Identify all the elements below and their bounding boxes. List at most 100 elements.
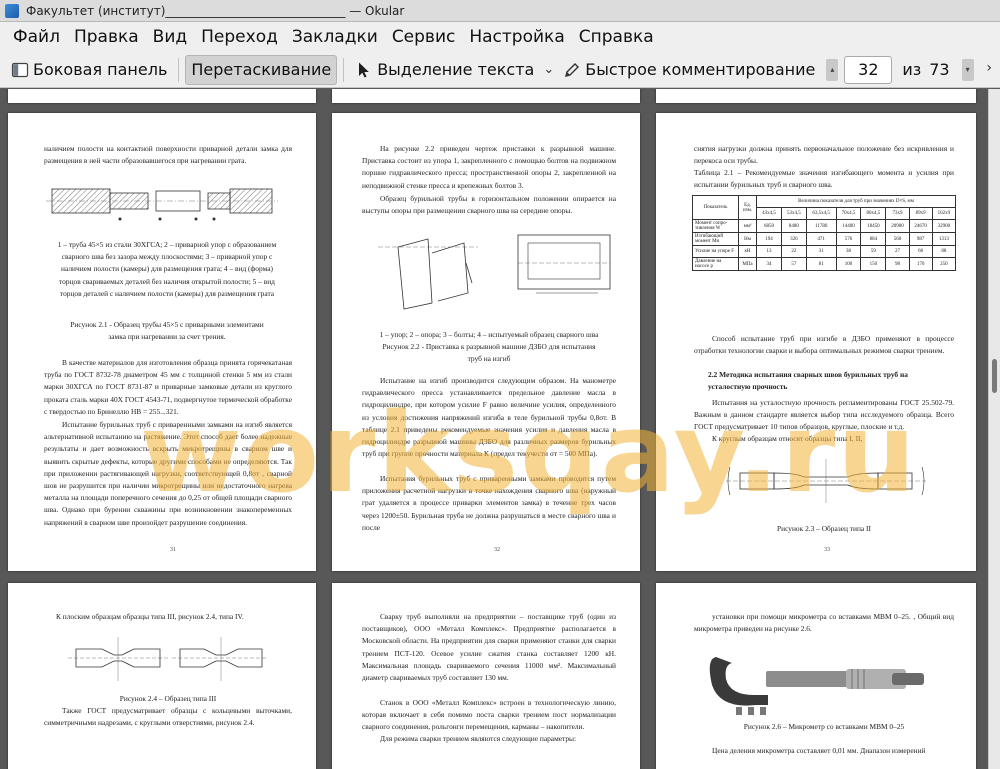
table-cell: 576 <box>835 232 862 246</box>
menu-go[interactable]: Переход <box>194 23 285 51</box>
table-row: Давление на насосе р МПа 34 57 81 100 15… <box>692 257 957 271</box>
table-cell: 81 <box>805 257 837 271</box>
table-cell: 884 <box>860 232 887 246</box>
table-cell: 20900 <box>885 219 910 233</box>
figure-2-4-drawing <box>68 637 268 681</box>
page-32-paragraph-1: На рисунке 2.2 приведен чертеж приставки… <box>362 144 616 190</box>
menu-view[interactable]: Вид <box>146 23 194 51</box>
table-cell: Нм <box>738 232 757 246</box>
figure-2-1-legend: 1 – труба 45×5 из стали 30ХГСА; 2 – прив… <box>57 240 277 298</box>
table-size-cell: 43х4,5 <box>756 207 782 220</box>
page-35-paragraph-1: Сварку труб выполняли на предприятии – п… <box>362 612 616 683</box>
menu-settings[interactable]: Настройка <box>462 23 571 51</box>
table-cell: 170 <box>908 257 933 271</box>
quick-annotation-button[interactable]: Быстрое комментирование <box>558 55 820 85</box>
browse-tool-button[interactable]: Перетаскивание <box>185 54 338 85</box>
table-cell: 987 <box>908 232 933 246</box>
chevron-down-icon[interactable]: ⌄ <box>539 62 558 77</box>
table-cell: 11780 <box>805 219 837 233</box>
table-cell: 1313 <box>931 232 957 246</box>
table-2-1-caption: Таблица 2.1 – Рекомендуемые значения изг… <box>694 168 954 190</box>
table-cell: 560 <box>885 232 910 246</box>
table-cell: 6850 <box>756 219 782 233</box>
menu-file[interactable]: Файл <box>6 23 67 51</box>
table-size-cell: 89х9 <box>908 207 933 220</box>
menu-edit[interactable]: Правка <box>67 23 146 51</box>
table-cell: 59 <box>860 245 887 258</box>
table-cell: 57 <box>780 257 807 271</box>
vertical-scrollbar[interactable] <box>988 89 1000 769</box>
figure-2-2-legend: 1 – упор; 2 – опора; 3 – болты; 4 – испы… <box>379 330 599 339</box>
table-cell: 27 <box>885 245 910 258</box>
page-36: установки при помощи микрометра со встав… <box>656 583 976 769</box>
previous-page-button[interactable]: ▴ <box>826 58 839 81</box>
table-cell: 326 <box>780 232 807 246</box>
table-cell: 22 <box>780 245 807 258</box>
table-header-cell: Величина показателя для труб при значени… <box>756 195 956 208</box>
table-size-cell: 63,5х4,5 <box>805 207 837 220</box>
page-33-paragraph-3: К круглым образцам относят образцы типа … <box>712 434 863 443</box>
figure-2-2-caption: Рисунок 2.2 - Приставка к разрывной маши… <box>382 342 596 364</box>
page-32-paragraph-4: Испытания бурильных труб с приваренными … <box>362 474 616 532</box>
page-32: На рисунке 2.2 приведен чертеж приставки… <box>332 113 640 571</box>
pencil-icon <box>563 61 581 79</box>
figure-2-1-caption: Рисунок 2.1 - Образец трубы 45×5 с прива… <box>70 320 264 342</box>
text-selection-button[interactable]: Выделение текста <box>350 55 539 85</box>
main-toolbar: Боковая панель Перетаскивание Выделение … <box>0 52 1000 88</box>
menu-bookmarks[interactable]: Закладки <box>285 23 385 51</box>
table-cell: 471 <box>805 232 837 246</box>
table-cell: кН <box>738 245 757 258</box>
section-heading: 2.2 Методика испытания сварных швов бури… <box>708 370 908 392</box>
table-cell: 8480 <box>780 219 807 233</box>
page-number: 32 <box>494 547 500 553</box>
page-35: Сварку труб выполняли на предприятии – п… <box>332 583 640 769</box>
table-cell: Усилие на упоре F <box>692 245 739 258</box>
page-35-paragraph-2: Станок в ООО «Металл Комплекс» встроен в… <box>362 698 616 732</box>
cursor-arrow-icon <box>355 61 373 79</box>
table-header-cell: Показатель <box>692 195 739 220</box>
table-cell: Изгибающий момент Ми <box>692 232 739 246</box>
table-size-cell: 80х4,5 <box>860 207 887 220</box>
page-31: наличием полости на контактной поверхнос… <box>8 113 316 571</box>
page-31-paragraph-2: Испытание бурильных труб с приваренными … <box>44 420 292 527</box>
table-cell: 13 <box>756 245 782 258</box>
figure-2-3-drawing <box>726 459 926 503</box>
page-31-paragraph-1: В качестве материалов для изготовления о… <box>44 358 292 416</box>
table-row: Момент сопро-тивления W мм³ 6850 8480 11… <box>692 219 957 233</box>
table-cell: МПа <box>738 257 757 271</box>
figure-2-1-drawing <box>46 188 278 221</box>
sidebar-button-label: Боковая панель <box>33 60 168 79</box>
figure-2-2-drawing <box>378 234 611 310</box>
menu-help[interactable]: Справка <box>572 23 661 51</box>
document-viewer[interactable]: наличием полости на контактной поверхнос… <box>0 89 988 769</box>
table-row: Усилие на упоре F кН 13 22 31 38 59 27 6… <box>692 245 957 258</box>
table-cell: 150 <box>860 257 887 271</box>
table-cell: 38 <box>835 245 862 258</box>
next-page-button[interactable]: ▾ <box>961 58 974 81</box>
table-size-cell: 53х4,5 <box>780 207 807 220</box>
table-cell: Давление на насосе р <box>692 257 739 271</box>
toolbar-overflow-icon[interactable]: › <box>986 60 992 76</box>
page-34: К плоским образцам образцы типа III, рис… <box>8 583 316 769</box>
toolbar-separator <box>178 57 180 82</box>
quick-annotation-label: Быстрое комментирование <box>585 60 816 79</box>
table-header-cell: Ед. изм. <box>738 195 757 220</box>
menu-tools[interactable]: Сервис <box>385 23 463 51</box>
toolbar-separator <box>343 57 345 82</box>
table-size-cell: 70х4,5 <box>835 207 862 220</box>
page-33: снятия нагрузки должна принять первонача… <box>656 113 976 571</box>
sidebar-toggle-button[interactable]: Боковая панель <box>6 55 172 85</box>
page-33-paragraph-2: Испытания на усталостную прочность регла… <box>694 398 954 432</box>
scrollbar-thumb[interactable] <box>992 359 997 393</box>
table-cell: 66 <box>908 245 933 258</box>
page-34-paragraph: Также ГОСТ предусматривает образцы с кол… <box>44 706 292 728</box>
page-31-top-text: наличием полости на контактной поверхнос… <box>44 144 292 166</box>
figure-2-3-caption: Рисунок 2.3 – Образец типа II <box>777 524 871 533</box>
menu-bar: Файл Правка Вид Переход Закладки Сервис … <box>0 22 1000 52</box>
table-cell: 88 <box>931 245 957 258</box>
table-cell: 18450 <box>860 219 887 233</box>
page-number-input[interactable]: 32 <box>844 55 893 84</box>
table-size-cell: 102х9 <box>931 207 957 220</box>
table-2-1: Показатель Ед. изм. Величина показателя … <box>692 195 957 271</box>
window-title: Факультет (институт)____________________… <box>26 3 405 18</box>
